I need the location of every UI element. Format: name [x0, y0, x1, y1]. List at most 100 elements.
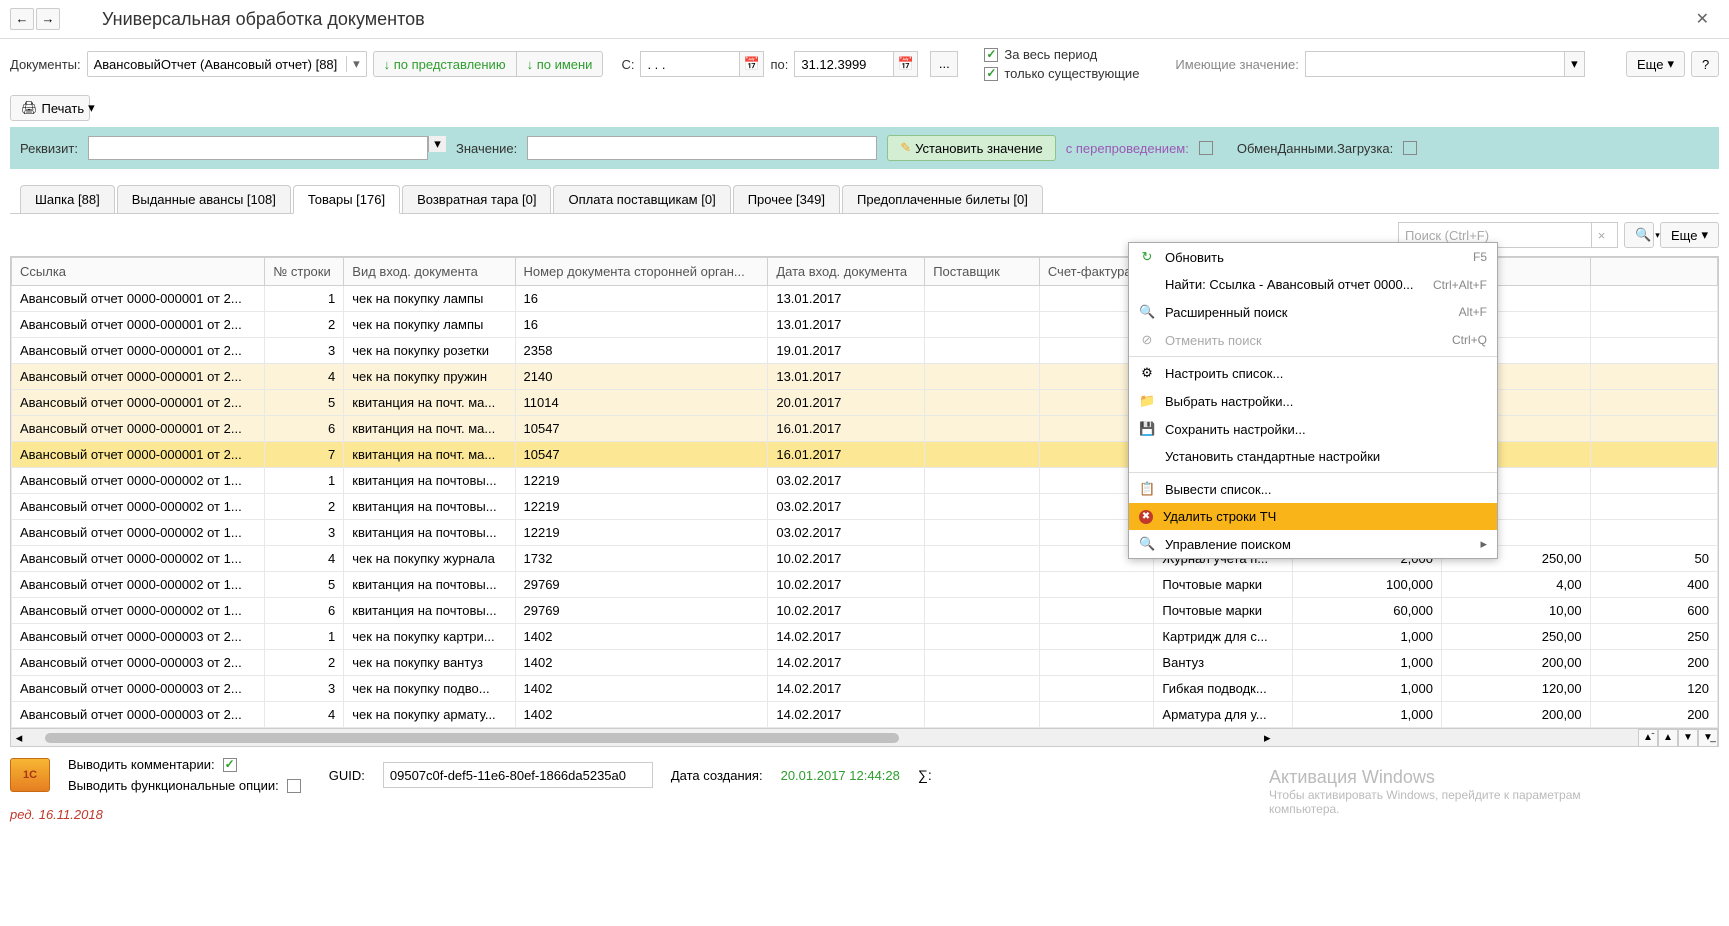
exchange-label: ОбменДанными.Загрузка: — [1237, 141, 1393, 156]
table-cell: Авансовый отчет 0000-000001 от 2... — [12, 416, 265, 442]
table-cell: 6 — [265, 598, 344, 624]
context-menu-item[interactable]: 🔍Управление поиском▸ — [1129, 530, 1497, 558]
table-cell — [925, 468, 1040, 494]
having-value-input[interactable] — [1305, 51, 1565, 77]
table-cell: 50 — [1590, 546, 1717, 572]
table-cell: Гибкая подводк... — [1154, 676, 1293, 702]
context-menu-item[interactable]: 🔍Расширенный поискAlt+F — [1129, 298, 1497, 326]
column-header[interactable]: Дата вход. документа — [768, 258, 925, 286]
table-row[interactable]: Авансовый отчет 0000-000003 от 2...1чек … — [12, 624, 1718, 650]
close-button[interactable]: ✕ — [1686, 9, 1719, 29]
nav-forward-button[interactable]: → — [36, 8, 60, 30]
table-cell: Авансовый отчет 0000-000001 от 2... — [12, 364, 265, 390]
all-period-checkbox[interactable]: За весь период — [984, 47, 1139, 62]
table-cell — [1590, 416, 1717, 442]
horizontal-scrollbar[interactable]: ◂ ▸ ▲̄ ▲ ▼ ▼̲ — [11, 728, 1718, 746]
table-row[interactable]: Авансовый отчет 0000-000002 от 1...6квит… — [12, 598, 1718, 624]
menu-item-icon: ↻ — [1139, 249, 1155, 265]
grid-nav-first-button[interactable]: ▲̄ — [1638, 729, 1658, 747]
tab-5[interactable]: Прочее [349] — [733, 185, 840, 213]
context-menu-item[interactable]: ✖Удалить строки ТЧ — [1129, 503, 1497, 530]
grid-nav-last-button[interactable]: ▼̲ — [1698, 729, 1718, 747]
column-header[interactable] — [1590, 258, 1717, 286]
context-menu-item[interactable]: 📁Выбрать настройки... — [1129, 387, 1497, 415]
table-cell: Авансовый отчет 0000-000002 от 1... — [12, 572, 265, 598]
table-cell — [1039, 676, 1154, 702]
rekvizit-dd-button[interactable]: ▾ — [428, 136, 446, 152]
reconduct-label: с перепроведением: — [1066, 141, 1189, 156]
exchange-checkbox[interactable] — [1403, 141, 1417, 155]
table-cell: чек на покупку подво... — [344, 676, 515, 702]
column-header[interactable]: Номер документа сторонней орган... — [515, 258, 768, 286]
chevron-down-icon[interactable]: ▾ — [346, 56, 360, 72]
table-cell: 03.02.2017 — [768, 494, 925, 520]
sort-by-representation-button[interactable]: ↓ по представлению — [373, 51, 516, 77]
menu-item-shortcut: Alt+F — [1459, 305, 1487, 319]
table-row[interactable]: Авансовый отчет 0000-000002 от 1...5квит… — [12, 572, 1718, 598]
table-more-button[interactable]: Еще ▾ — [1660, 222, 1719, 248]
sort-by-name-button[interactable]: ↓ по имени — [516, 51, 604, 77]
having-value-dd-button[interactable]: ▾ — [1565, 51, 1585, 77]
date-created-value: 20.01.2017 12:44:28 — [781, 768, 900, 783]
context-menu-item[interactable]: Найти: Ссылка - Авансовый отчет 0000...C… — [1129, 271, 1497, 298]
tab-1[interactable]: Выданные авансы [108] — [117, 185, 291, 213]
column-header[interactable]: Ссылка — [12, 258, 265, 286]
help-button[interactable]: ? — [1691, 51, 1719, 77]
context-menu-item[interactable]: 💾Сохранить настройки... — [1129, 415, 1497, 443]
show-func-opts-checkbox[interactable] — [287, 779, 301, 793]
tab-3[interactable]: Возвратная тара [0] — [402, 185, 551, 213]
clear-search-button[interactable]: × — [1591, 223, 1611, 247]
tab-6[interactable]: Предоплаченные билеты [0] — [842, 185, 1043, 213]
calendar-from-button[interactable]: 📅 — [740, 51, 764, 77]
table-cell: 200 — [1590, 650, 1717, 676]
nav-back-button[interactable]: ← — [10, 8, 34, 30]
value-input[interactable] — [527, 136, 877, 160]
context-menu-item[interactable]: ⚙Настроить список... — [1129, 359, 1497, 387]
column-header[interactable]: № строки — [265, 258, 344, 286]
table-cell — [1590, 286, 1717, 312]
table-cell — [925, 598, 1040, 624]
table-cell: 200,00 — [1442, 650, 1591, 676]
reconduct-checkbox[interactable] — [1199, 141, 1213, 155]
table-cell: квитанция на почт. ма... — [344, 390, 515, 416]
menu-item-icon: 🔍 — [1139, 304, 1155, 320]
calendar-to-button[interactable]: 📅 — [894, 51, 918, 77]
grid-nav-down-button[interactable]: ▼ — [1678, 729, 1698, 747]
table-cell: 12219 — [515, 520, 768, 546]
context-menu-item[interactable]: Установить стандартные настройки — [1129, 443, 1497, 470]
more-toolbar-button[interactable]: Еще ▾ — [1626, 51, 1685, 77]
table-cell — [925, 416, 1040, 442]
context-menu-item[interactable]: ↻ОбновитьF5 — [1129, 243, 1497, 271]
search-button[interactable]: 🔍▾ — [1624, 222, 1654, 248]
context-menu-item[interactable]: 📋Вывести список... — [1129, 475, 1497, 503]
table-row[interactable]: Авансовый отчет 0000-000003 от 2...3чек … — [12, 676, 1718, 702]
sigma-icon[interactable]: ∑: — [918, 767, 932, 783]
table-row[interactable]: Авансовый отчет 0000-000003 от 2...2чек … — [12, 650, 1718, 676]
set-value-button[interactable]: ✎Установить значение — [887, 135, 1056, 161]
guid-value[interactable]: 09507c0f-def5-11e6-80ef-1866da5235a0 — [383, 762, 653, 788]
table-cell: квитанция на почтовы... — [344, 598, 515, 624]
date-range-dialog-button[interactable]: ... — [930, 51, 958, 77]
column-header[interactable]: Поставщик — [925, 258, 1040, 286]
table-cell — [925, 676, 1040, 702]
tab-4[interactable]: Оплата поставщикам [0] — [553, 185, 730, 213]
tab-0[interactable]: Шапка [88] — [20, 185, 115, 213]
table-cell: 4,00 — [1442, 572, 1591, 598]
table-cell: Почтовые марки — [1154, 572, 1293, 598]
date-to-input[interactable]: 31.12.3999 — [794, 51, 894, 77]
table-cell: чек на покупку журнала — [344, 546, 515, 572]
show-comments-checkbox[interactable] — [223, 758, 237, 772]
grid-nav-up-button[interactable]: ▲ — [1658, 729, 1678, 747]
tab-2[interactable]: Товары [176] — [293, 185, 400, 214]
rekvizit-input[interactable] — [88, 136, 428, 160]
documents-combo[interactable]: АвансовыйОтчет (Авансовый отчет) [88] ▾ — [87, 51, 367, 77]
table-cell: Авансовый отчет 0000-000002 от 1... — [12, 520, 265, 546]
print-button[interactable]: 🖨Печать ▾ — [10, 95, 90, 121]
column-header[interactable]: Вид вход. документа — [344, 258, 515, 286]
table-cell: Авансовый отчет 0000-000001 от 2... — [12, 338, 265, 364]
table-cell: 13.01.2017 — [768, 364, 925, 390]
table-row[interactable]: Авансовый отчет 0000-000003 от 2...4чек … — [12, 702, 1718, 728]
date-from-input[interactable]: . . . — [640, 51, 740, 77]
only-existing-checkbox[interactable]: только существующие — [984, 66, 1139, 81]
table-cell — [925, 546, 1040, 572]
